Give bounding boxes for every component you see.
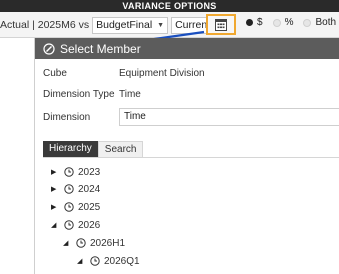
chevron-down-icon: ▼ bbox=[157, 21, 165, 29]
cube-label: Cube bbox=[43, 68, 67, 79]
version-select-value: Current bbox=[175, 19, 211, 31]
dimension-type-value: Time bbox=[119, 89, 141, 100]
tab-search[interactable]: Search bbox=[97, 141, 144, 157]
tree-item-label: 2025 bbox=[78, 201, 101, 213]
tree-item-label: 2024 bbox=[78, 183, 101, 195]
tab-hierarchy[interactable]: Hierarchy bbox=[43, 141, 98, 157]
tree-item-label: 2026Q1 bbox=[104, 255, 140, 267]
dimension-type-label: Dimension Type bbox=[43, 89, 115, 100]
variance-options-bar: VARIANCE OPTIONS Actual | 2025M6 vs Budg… bbox=[0, 0, 339, 38]
tab-divider bbox=[43, 157, 339, 158]
collapse-arrow-icon[interactable]: ◢ bbox=[51, 221, 59, 229]
variance-options-title: VARIANCE OPTIONS bbox=[0, 0, 339, 12]
cube-value: Equipment Division bbox=[119, 68, 205, 79]
tree-item-label: 2026 bbox=[78, 219, 101, 231]
dimension-field[interactable]: Time bbox=[119, 108, 339, 126]
clock-icon bbox=[64, 220, 74, 230]
variance-options-row: Actual | 2025M6 vs BudgetFinal ▼ Current… bbox=[0, 16, 227, 34]
comparison-text: Actual | 2025M6 vs bbox=[0, 19, 90, 31]
radio-both[interactable] bbox=[303, 18, 312, 27]
clock-icon bbox=[64, 167, 74, 177]
compass-icon bbox=[43, 42, 55, 55]
dialog-tabs: Hierarchy Search bbox=[43, 141, 144, 157]
tree-item[interactable]: ▶ 2025 bbox=[51, 200, 100, 214]
expand-arrow-icon[interactable]: ▶ bbox=[51, 185, 59, 193]
tree-item[interactable]: ◢ 2026Q1 bbox=[77, 254, 140, 268]
variance-radio-group: $ % Both bbox=[246, 17, 339, 28]
tree-item[interactable]: ◢ 2026H1 bbox=[63, 236, 125, 250]
tree-item[interactable]: ◢ 2026 bbox=[51, 218, 100, 232]
expand-arrow-icon[interactable]: ▶ bbox=[51, 203, 59, 211]
dimension-label: Dimension bbox=[43, 112, 91, 123]
expand-arrow-icon[interactable]: ▶ bbox=[51, 168, 59, 176]
clock-icon bbox=[64, 202, 74, 212]
clock-icon bbox=[90, 256, 100, 266]
dialog-header: Select Member bbox=[35, 38, 339, 59]
member-select-button[interactable] bbox=[206, 14, 236, 35]
select-member-dialog: Select Member Cube Equipment Division Di… bbox=[34, 38, 339, 274]
collapse-arrow-icon[interactable]: ◢ bbox=[63, 239, 71, 247]
tree-item-label: 2023 bbox=[78, 166, 101, 178]
tree-item[interactable]: ▶ 2023 bbox=[51, 165, 100, 179]
collapse-arrow-icon[interactable]: ◢ bbox=[77, 257, 85, 265]
radio-percent[interactable] bbox=[272, 18, 281, 27]
radio-percent-label: % bbox=[284, 17, 294, 28]
dialog-title: Select Member bbox=[60, 41, 141, 56]
scenario-select-value: BudgetFinal bbox=[96, 19, 153, 31]
radio-dollar[interactable] bbox=[246, 19, 253, 26]
scenario-select[interactable]: BudgetFinal ▼ bbox=[92, 16, 169, 34]
radio-both-label: Both bbox=[315, 17, 337, 28]
calendar-icon bbox=[215, 19, 227, 31]
radio-dollar-label: $ bbox=[257, 17, 263, 28]
tree-item-label: 2026H1 bbox=[90, 237, 126, 249]
tree-item[interactable]: ▶ 2024 bbox=[51, 182, 100, 196]
clock-icon bbox=[64, 184, 74, 194]
clock-icon bbox=[76, 238, 86, 248]
